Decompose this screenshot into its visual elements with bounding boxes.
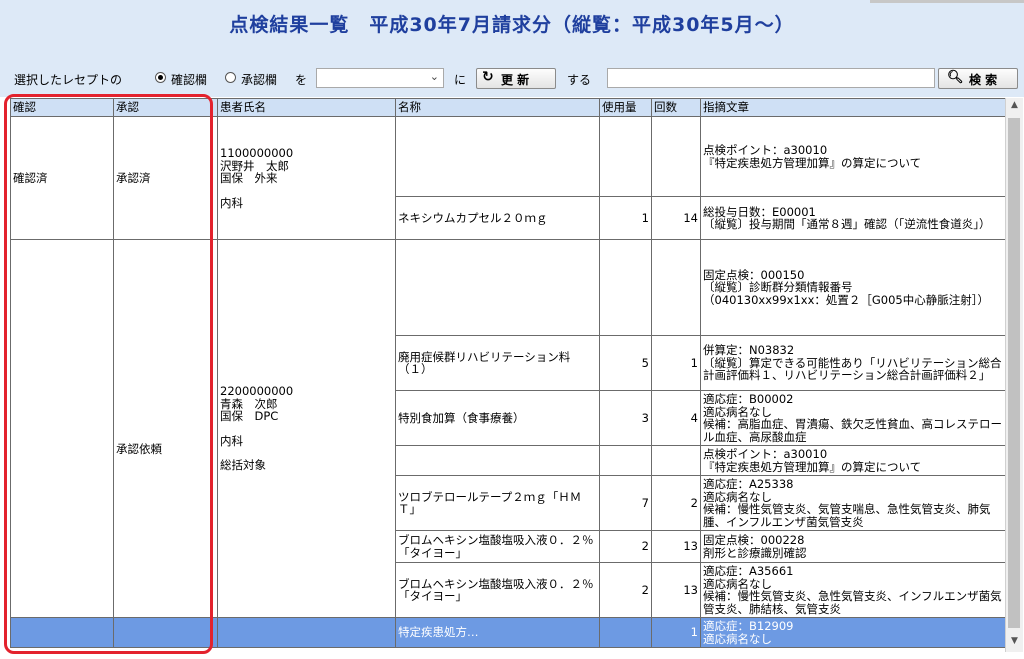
column-header-qty[interactable]: 使用量 <box>599 98 652 117</box>
item-cell: 特別食加算（食事療養） <box>395 390 600 446</box>
table-row[interactable]: 確認済 承認済 1100000000 沢野井 太郎 国保 外来 内科 点検ポイン… <box>10 116 1006 240</box>
patient-cell <box>217 617 396 648</box>
item-cell: ネキシウムカプセル２０ｍｇ <box>395 196 600 240</box>
column-header-text[interactable]: 指摘文章 <box>700 98 1006 117</box>
window-top-strip <box>870 0 1024 3</box>
count-cell <box>651 239 701 336</box>
patient-id: 2200000000 <box>220 384 294 399</box>
update-button-label: 更 新 <box>501 73 530 87</box>
patient-dept: 内科 <box>220 433 243 448</box>
count-cell <box>651 445 701 476</box>
update-button[interactable]: ↻ 更 新 <box>476 68 556 89</box>
item-cell: ブロムヘキシン塩酸塩吸入液０．２％「タイヨー」 <box>395 530 600 563</box>
qty-cell <box>599 617 652 648</box>
item-cell <box>395 239 600 336</box>
item-cell: 廃用症候群リハビリテーション料（１） <box>395 335 600 391</box>
qty-cell: 1 <box>599 196 652 240</box>
text-cell: 固定点検：000150 〔縦覧〕診断群分類情報番号 （040130xx99x1x… <box>700 239 1006 336</box>
count-cell: 13 <box>651 562 701 618</box>
column-header-approve[interactable]: 承認 <box>113 98 218 117</box>
patient-insurance: 国保 DPC <box>220 409 279 424</box>
item-cell: ブロムヘキシン塩酸塩吸入液０．２％「タイヨー」 <box>395 562 600 618</box>
column-header-count[interactable]: 回数 <box>651 98 701 117</box>
text-cell: 点検ポイント：a30010 『特定疾患処方管理加算』の算定について <box>700 445 1006 476</box>
toolbar-ni: に <box>454 73 467 87</box>
table-row[interactable]: 承認依頼 2200000000 青森 次郎 国保 DPC 内科 総括対象 固定点… <box>10 239 1006 618</box>
refresh-icon: ↻ <box>482 69 494 85</box>
item-cell <box>395 116 600 197</box>
text-cell: 適応症：A35661 適応病名なし 候補：慢性気管支炎、急性気管支炎、インフルエ… <box>700 562 1006 618</box>
chevron-down-icon: ⌄ <box>429 70 439 83</box>
count-cell: 1 <box>651 335 701 391</box>
toolbar-wo: を <box>295 73 308 87</box>
table-header-row: 確認 承認 患者氏名 名称 使用量 回数 指摘文章 <box>10 98 1006 117</box>
count-cell: 13 <box>651 530 701 563</box>
count-cell: 2 <box>651 475 701 531</box>
text-cell: 適応症：B12909 適応病名なし <box>700 617 1006 648</box>
qty-cell: 7 <box>599 475 652 531</box>
page-title: 点検結果一覧 平成30年7月請求分（縦覧：平成30年5月〜） <box>229 14 795 36</box>
column-header-confirm[interactable]: 確認 <box>10 98 114 117</box>
qty-cell <box>599 239 652 336</box>
radio-approve-label[interactable]: 承認欄 <box>241 71 277 88</box>
radio-confirm-label[interactable]: 確認欄 <box>171 71 207 88</box>
approve-status: 承認依頼 <box>116 442 162 457</box>
count-cell: 4 <box>651 390 701 446</box>
qty-cell <box>599 445 652 476</box>
scroll-up-icon[interactable]: ▲ <box>1006 100 1023 116</box>
vertical-scrollbar[interactable]: ▲ ▼ <box>1005 98 1023 652</box>
qty-cell: 5 <box>599 335 652 391</box>
approve-cell[interactable] <box>113 617 218 648</box>
search-button-label: 検 索 <box>969 73 998 87</box>
text-cell: 併算定：N03832 〔縦覧〕算定できる可能性あり「リハビリテーション総合計画評… <box>700 335 1006 391</box>
text-cell: 総投与日数：E00001 〔縦覧〕投与期間「通常８週」確認（「逆流性食道炎」） <box>700 196 1006 240</box>
patient-id: 1100000000 <box>220 146 294 160</box>
confirm-cell[interactable]: 確認済 <box>10 116 114 240</box>
patient-note: 総括対象 <box>220 458 266 473</box>
count-cell: 1 <box>651 617 701 648</box>
radio-approve[interactable] <box>225 72 236 83</box>
radio-confirm[interactable] <box>155 72 166 83</box>
qty-cell <box>599 116 652 197</box>
toolbar-suru: する <box>567 73 592 87</box>
result-table: 確認 承認 患者氏名 名称 使用量 回数 指摘文章 確認済 承認済 110000… <box>10 98 1006 648</box>
approve-cell[interactable]: 承認済 <box>113 116 218 240</box>
item-cell <box>395 445 600 476</box>
search-input[interactable] <box>607 68 935 88</box>
text-cell: 適応症：B00002 適応病名なし 候補：高脂血症、胃潰瘍、鉄欠乏性貧血、高コレ… <box>700 390 1006 446</box>
confirm-cell[interactable] <box>10 239 114 618</box>
scroll-down-icon[interactable]: ▼ <box>1006 636 1023 652</box>
toolbar-prefix: 選択したレセプトの <box>14 73 123 87</box>
patient-dept: 内科 <box>220 195 243 210</box>
count-cell <box>651 116 701 197</box>
search-button[interactable]: 🔍︎ 検 索 <box>938 68 1018 89</box>
item-cell: 特定疾患処方… <box>395 617 600 648</box>
count-cell: 14 <box>651 196 701 240</box>
search-icon: 🔍︎ <box>947 70 964 85</box>
approve-cell[interactable]: 承認依頼 <box>113 239 218 618</box>
text-cell: 固定点検：000228 剤形と診療識別確認 <box>700 530 1006 563</box>
patient-cell: 2200000000 青森 次郎 国保 DPC 内科 総括対象 <box>217 239 396 618</box>
scroll-thumb[interactable] <box>1008 118 1020 628</box>
patient-cell: 1100000000 沢野井 太郎 国保 外来 内科 <box>217 116 396 240</box>
table-row-selected[interactable]: 特定疾患処方… 1 適応症：B12909 適応病名なし <box>10 617 1006 648</box>
qty-cell: 2 <box>599 562 652 618</box>
text-cell: 適応症：A25338 適応病名なし 候補：慢性気管支炎、気管支喘息、急性気管支炎… <box>700 475 1006 531</box>
item-cell: ツロブテロールテープ２ｍｇ「ＨＭＴ」 <box>395 475 600 531</box>
text-cell: 点検ポイント：a30010 『特定疾患処方管理加算』の算定について <box>700 116 1006 197</box>
patient-insurance: 国保 外来 <box>220 171 278 185</box>
status-select[interactable]: ⌄ <box>316 68 444 88</box>
column-header-item[interactable]: 名称 <box>395 98 600 117</box>
qty-cell: 2 <box>599 530 652 563</box>
qty-cell: 3 <box>599 390 652 446</box>
column-header-patient[interactable]: 患者氏名 <box>217 98 396 117</box>
confirm-cell[interactable] <box>10 617 114 648</box>
